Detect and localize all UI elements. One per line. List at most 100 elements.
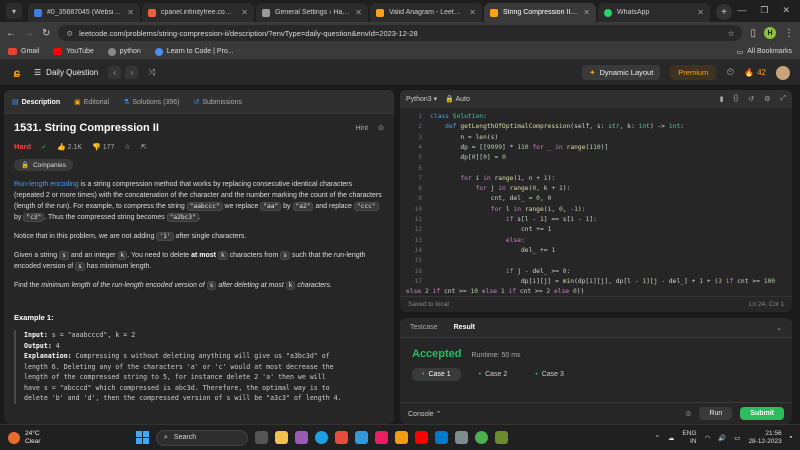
share-icon[interactable]: ⇱ — [141, 143, 147, 151]
new-tab-button[interactable]: + — [716, 4, 732, 20]
profile-avatar[interactable]: H — [764, 27, 776, 39]
wifi-icon[interactable]: ◠ — [705, 434, 711, 442]
code-line: class Solution: — [430, 113, 487, 120]
taskbar-search[interactable]: ⌕ Search — [156, 429, 248, 446]
settings-icon[interactable]: ⚙ — [685, 410, 691, 418]
chevron-up-icon[interactable]: ⌃ — [654, 434, 659, 442]
dislike-button[interactable]: 👎 177 — [92, 143, 114, 151]
tab-submissions[interactable]: ↺ Submissions — [193, 98, 242, 106]
site-info-icon[interactable]: ⚙ — [66, 29, 73, 38]
language-indicator[interactable]: ENG IN — [682, 430, 696, 446]
like-button[interactable]: 👍 2.1K — [57, 143, 82, 151]
bookmark-icon[interactable]: ▮ — [720, 95, 724, 103]
bookmark-python[interactable]: python — [107, 47, 141, 56]
reset-icon[interactable]: ↺ — [748, 95, 754, 103]
browser-tab-active[interactable]: String Compression II - Le ✕ — [484, 3, 596, 22]
tab-testcase[interactable]: Testcase — [410, 324, 438, 331]
submit-button[interactable]: Submit — [740, 407, 784, 420]
file-explorer-icon[interactable] — [275, 431, 288, 444]
autocomplete-mode[interactable]: 🔒 Auto — [445, 95, 470, 103]
windows-start-icon[interactable] — [136, 431, 149, 444]
companies-tag[interactable]: 🔒 Companies — [14, 159, 73, 171]
bookmark-youtube[interactable]: YouTube — [53, 48, 94, 55]
run-length-encoding-link[interactable]: Run-length encoding — [14, 181, 79, 188]
code-line: else: — [505, 236, 525, 244]
next-problem-button[interactable]: › — [125, 66, 139, 79]
browser-tab[interactable]: General Settings ‹ Harry tr ✕ — [256, 3, 368, 22]
onedrive-icon[interactable]: ☁ — [668, 434, 675, 442]
app-icon[interactable] — [455, 431, 468, 444]
leetcode-logo-icon[interactable]: ɕ — [10, 66, 24, 80]
prev-problem-button[interactable]: ‹ — [108, 66, 122, 79]
close-window-icon[interactable]: ✕ — [782, 5, 790, 16]
braces-icon[interactable]: {} — [734, 95, 739, 103]
minimize-icon[interactable]: — — [737, 5, 746, 16]
star-icon[interactable]: ☆ — [124, 143, 130, 151]
example-label: Input: — [24, 331, 48, 339]
shuffle-icon[interactable]: ⤨ — [148, 67, 155, 78]
case-tab[interactable]: • Case 2 — [469, 368, 518, 381]
browser-tab[interactable]: WhatsApp ✕ — [598, 3, 710, 22]
app-icon[interactable] — [335, 431, 348, 444]
maximize-icon[interactable]: ❐ — [760, 5, 768, 16]
browser-tab[interactable]: #0_35687045 (Website for ✕ — [28, 3, 140, 22]
store-icon[interactable] — [355, 431, 368, 444]
weather-widget[interactable]: 24°C Clear — [8, 430, 41, 446]
app-icon[interactable] — [395, 431, 408, 444]
close-icon[interactable]: ✕ — [127, 8, 134, 17]
vscode-icon[interactable] — [435, 431, 448, 444]
code-area[interactable]: 12345678910111213141516171819 class Solu… — [400, 108, 792, 296]
console-toggle[interactable]: Console ⌃ — [408, 410, 442, 418]
youtube-icon[interactable] — [415, 431, 428, 444]
app-icon[interactable] — [375, 431, 388, 444]
tab-solutions[interactable]: ⚗ Solutions (396) — [123, 98, 179, 106]
premium-button[interactable]: Premium — [670, 65, 717, 80]
close-icon[interactable]: ✕ — [583, 8, 590, 17]
tab-editorial[interactable]: ▣ Editorial — [74, 98, 109, 106]
browser-tab[interactable]: cpanel.infinityfree.com/pa ✕ — [142, 3, 254, 22]
volume-icon[interactable]: 🔊 — [718, 434, 726, 442]
forward-icon[interactable]: → — [24, 28, 34, 39]
run-button[interactable]: Run — [699, 407, 733, 420]
settings-circle-icon[interactable]: ⊙ — [378, 124, 384, 132]
bookmark-learn-to-code[interactable]: Learn to Code | Pro... — [154, 47, 234, 56]
case-tab[interactable]: • Case 1 — [412, 368, 461, 381]
taskview-icon[interactable] — [255, 431, 268, 444]
menu-kebab-icon[interactable]: ⋮ — [784, 28, 794, 39]
settings-icon[interactable]: ⚙ — [764, 95, 770, 103]
reload-icon[interactable]: ↻ — [42, 28, 50, 39]
close-icon[interactable]: ✕ — [469, 8, 476, 17]
youtube-icon — [53, 48, 63, 55]
app-icon[interactable] — [495, 431, 508, 444]
close-icon[interactable]: ✕ — [355, 8, 362, 17]
timer-icon[interactable]: ⏲ — [726, 67, 734, 78]
back-icon[interactable]: ← — [6, 28, 16, 39]
address-bar[interactable]: ⚙ leetcode.com/problems/string-compressi… — [58, 25, 743, 41]
collapse-icon[interactable]: ⌄ — [776, 324, 782, 332]
tab-search-icon[interactable]: ▾ — [6, 3, 22, 19]
close-icon[interactable]: ✕ — [697, 8, 704, 17]
notification-icon[interactable]: ▪ — [790, 434, 792, 441]
tab-description[interactable]: ▤ Description — [12, 98, 60, 106]
console-panel: Testcase Result ⌄ Accepted Runtime: 50 m… — [400, 318, 792, 424]
close-icon[interactable]: ✕ — [241, 8, 248, 17]
case-tab[interactable]: • Case 3 — [525, 368, 574, 381]
tab-result[interactable]: Result — [454, 324, 475, 331]
clock[interactable]: 21:56 28-12-2023 — [748, 430, 781, 446]
user-avatar[interactable] — [776, 65, 790, 80]
fullscreen-icon[interactable]: ⤢ — [780, 95, 786, 103]
all-bookmarks[interactable]: ▭ All Bookmarks — [737, 48, 792, 56]
language-select[interactable]: Python3 ▾ — [406, 95, 437, 103]
app-icon[interactable] — [295, 431, 308, 444]
hint-button[interactable]: Hint — [356, 125, 368, 132]
battery-icon[interactable]: ▭ — [734, 434, 740, 442]
bookmark-star-icon[interactable]: ☆ — [728, 29, 735, 38]
dynamic-layout-button[interactable]: ✦ Dynamic Layout — [582, 65, 661, 80]
daily-question-nav[interactable]: ☰ Daily Question — [34, 68, 98, 77]
browser-tab[interactable]: Valid Anagram - LeetCode ✕ — [370, 3, 482, 22]
chrome-icon[interactable] — [475, 431, 488, 444]
sidebar-icon[interactable]: ▯ — [750, 28, 756, 39]
bookmark-gmail[interactable]: Gmail — [8, 48, 39, 55]
edge-icon[interactable] — [315, 431, 328, 444]
streak-counter[interactable]: 🔥 42 — [744, 68, 766, 77]
